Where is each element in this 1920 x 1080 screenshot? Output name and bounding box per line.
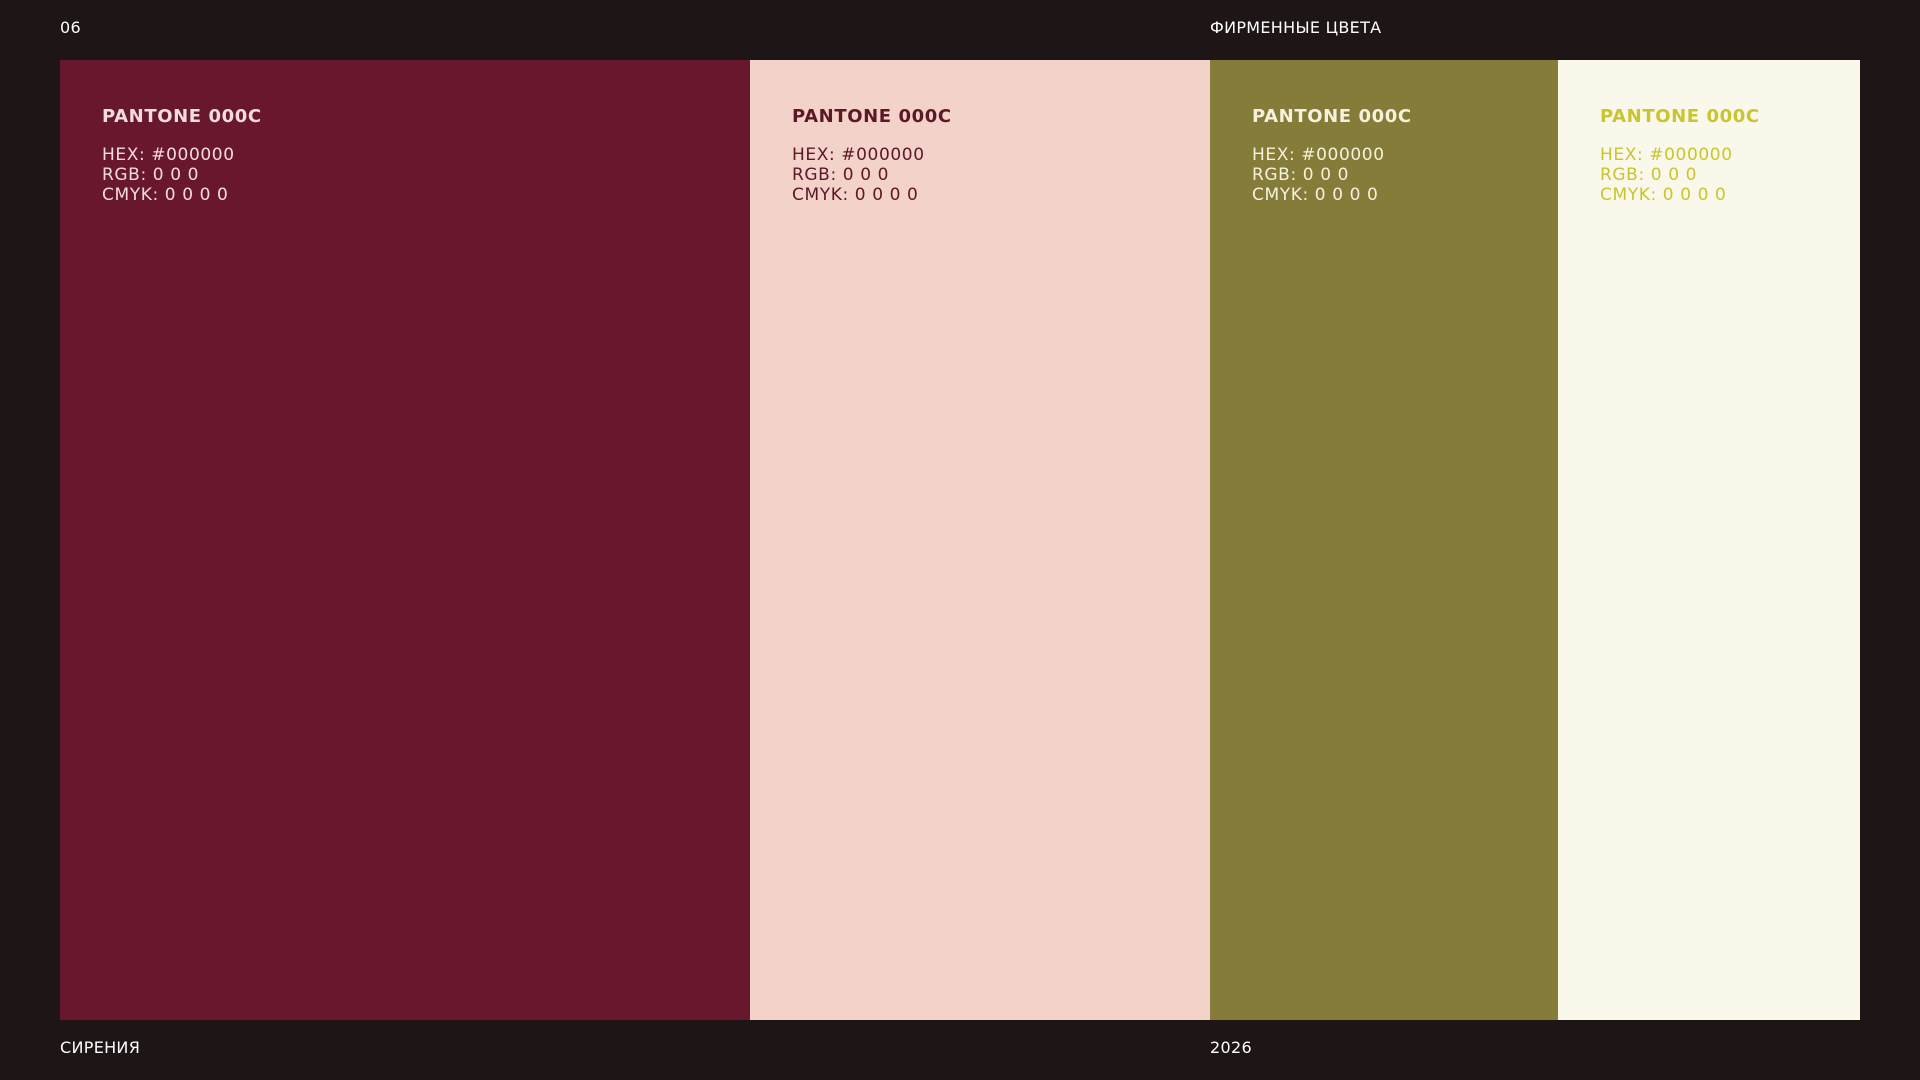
section-title: ФИРМЕННЫЕ ЦВЕТА <box>1210 18 1382 37</box>
pantone-label: PANTONE 000C <box>792 106 952 127</box>
color-swatch-4: PANTONE 000C HEX: #000000 RGB: 0 0 0 CMY… <box>1558 60 1860 1020</box>
color-swatch-2: PANTONE 000C HEX: #000000 RGB: 0 0 0 CMY… <box>750 60 1210 1020</box>
cmyk-value: CMYK: 0 0 0 0 <box>792 185 919 205</box>
color-swatch-3: PANTONE 000C HEX: #000000 RGB: 0 0 0 CMY… <box>1210 60 1558 1020</box>
brand-name: СИРЕНИЯ <box>60 1038 141 1057</box>
page-number: 06 <box>60 18 81 37</box>
cmyk-value: CMYK: 0 0 0 0 <box>1252 185 1379 205</box>
rgb-value: RGB: 0 0 0 <box>1252 165 1350 185</box>
hex-value: HEX: #000000 <box>792 145 925 165</box>
pantone-label: PANTONE 000C <box>1600 106 1760 127</box>
rgb-value: RGB: 0 0 0 <box>102 165 200 185</box>
pantone-label: PANTONE 000C <box>1252 106 1412 127</box>
cmyk-value: CMYK: 0 0 0 0 <box>102 185 229 205</box>
cmyk-value: CMYK: 0 0 0 0 <box>1600 185 1727 205</box>
color-palette: PANTONE 000C HEX: #000000 RGB: 0 0 0 CMY… <box>60 60 1860 1020</box>
hex-value: HEX: #000000 <box>1600 145 1733 165</box>
hex-value: HEX: #000000 <box>1252 145 1385 165</box>
rgb-value: RGB: 0 0 0 <box>792 165 890 185</box>
hex-value: HEX: #000000 <box>102 145 235 165</box>
pantone-label: PANTONE 000C <box>102 106 262 127</box>
year-label: 2026 <box>1210 1038 1252 1057</box>
color-swatch-1: PANTONE 000C HEX: #000000 RGB: 0 0 0 CMY… <box>60 60 750 1020</box>
rgb-value: RGB: 0 0 0 <box>1600 165 1698 185</box>
